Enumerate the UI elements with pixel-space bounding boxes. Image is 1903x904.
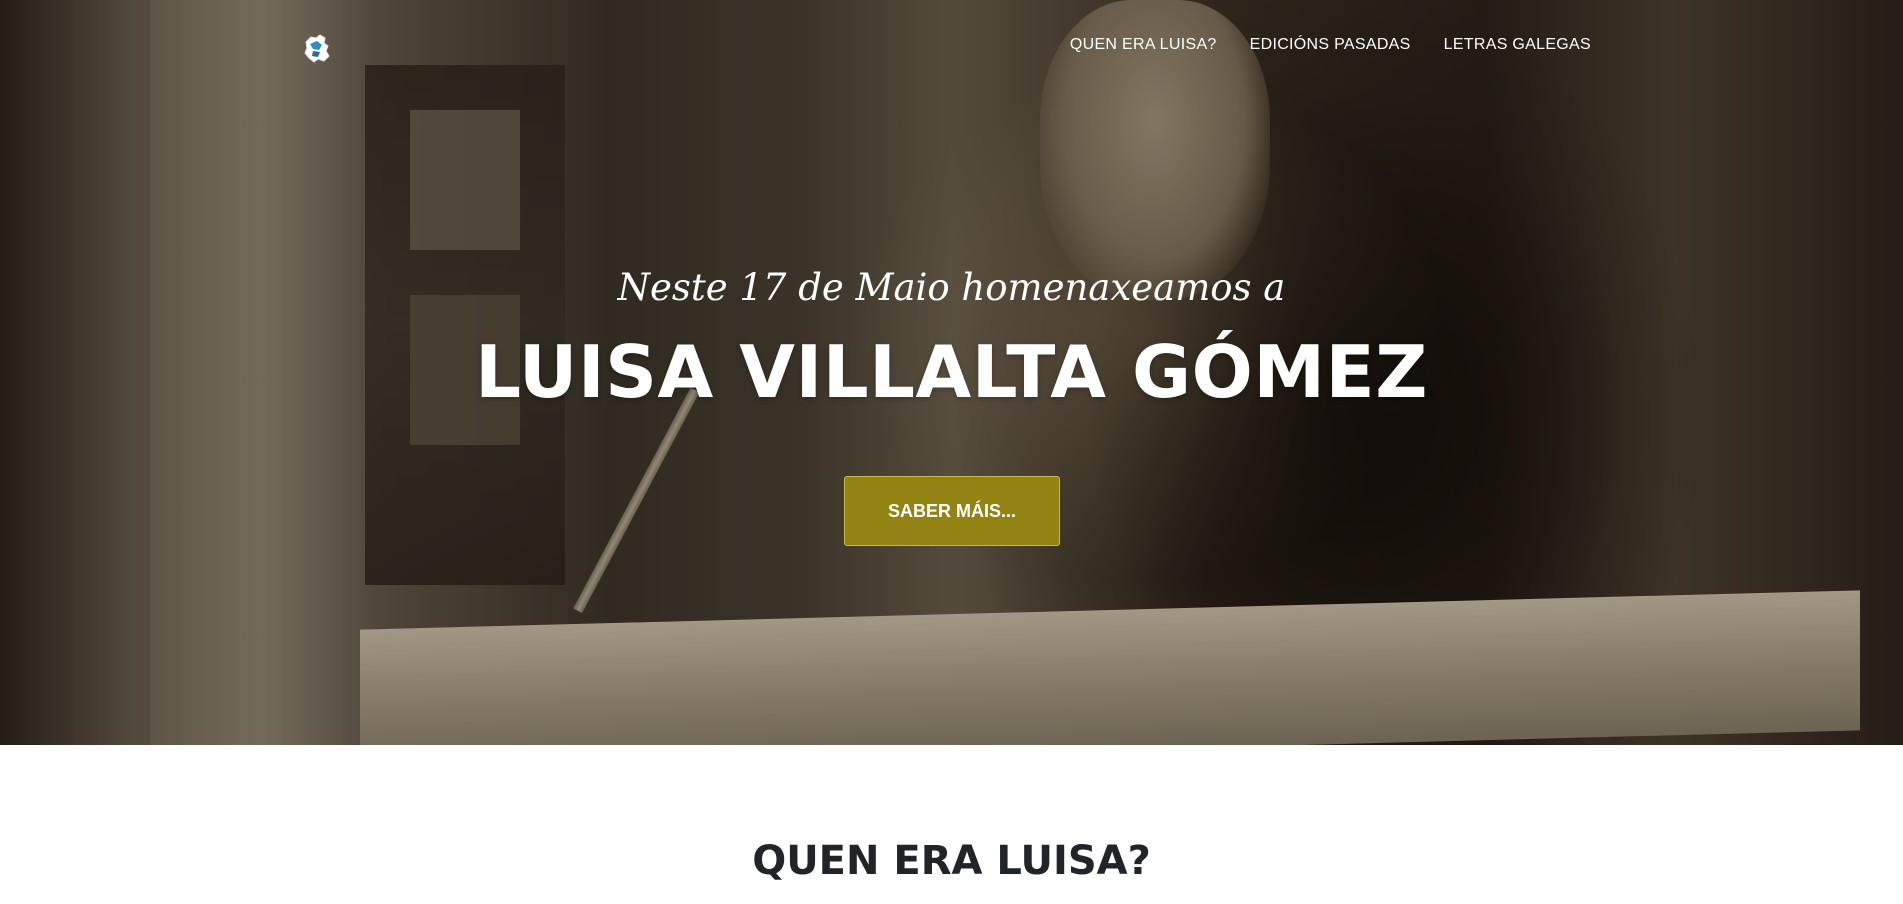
- nav-item-edicions-pasadas[interactable]: EDICIÓNS PASADAS: [1250, 36, 1411, 54]
- saber-mais-button[interactable]: SABER MÁIS...: [844, 476, 1060, 546]
- hero-headline: LUISA VILLALTA GÓMEZ: [475, 330, 1428, 414]
- hero-tagline: Neste 17 de Maio homenaxeamos a: [617, 266, 1286, 309]
- section-title: QUEN ERA LUISA?: [752, 838, 1151, 884]
- nav-item-letras-galegas[interactable]: LETRAS GALEGAS: [1444, 36, 1591, 54]
- main-nav: QUEN ERA LUISA? EDICIÓNS PASADAS LETRAS …: [1070, 36, 1591, 54]
- nav-item-quen-era-luisa[interactable]: QUEN ERA LUISA?: [1070, 36, 1217, 54]
- galicia-map-logo-icon[interactable]: [300, 32, 334, 66]
